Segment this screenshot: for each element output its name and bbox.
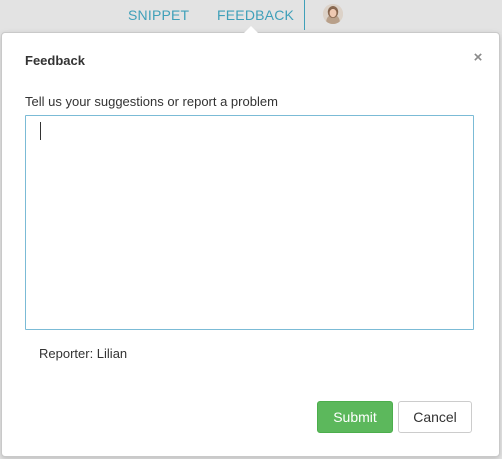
feedback-modal: Feedback × Tell us your suggestions or r…	[1, 26, 500, 457]
nav-snippet-link[interactable]: SNIPPET	[128, 7, 189, 23]
avatar-portrait	[323, 4, 343, 24]
nav-divider	[304, 0, 305, 30]
submit-button[interactable]: Submit	[317, 401, 393, 433]
reporter-label: Reporter: Lilian	[39, 346, 128, 361]
cancel-button[interactable]: Cancel	[398, 401, 472, 433]
nav-feedback-link[interactable]: FEEDBACK	[217, 7, 294, 23]
user-avatar-icon[interactable]	[323, 4, 343, 24]
text-caret	[40, 122, 41, 140]
feedback-textarea[interactable]	[25, 115, 474, 330]
feedback-prompt-label: Tell us your suggestions or report a pro…	[25, 94, 278, 109]
close-icon[interactable]: ×	[471, 50, 485, 65]
popover-caret	[244, 26, 258, 33]
modal-title: Feedback	[25, 53, 85, 68]
